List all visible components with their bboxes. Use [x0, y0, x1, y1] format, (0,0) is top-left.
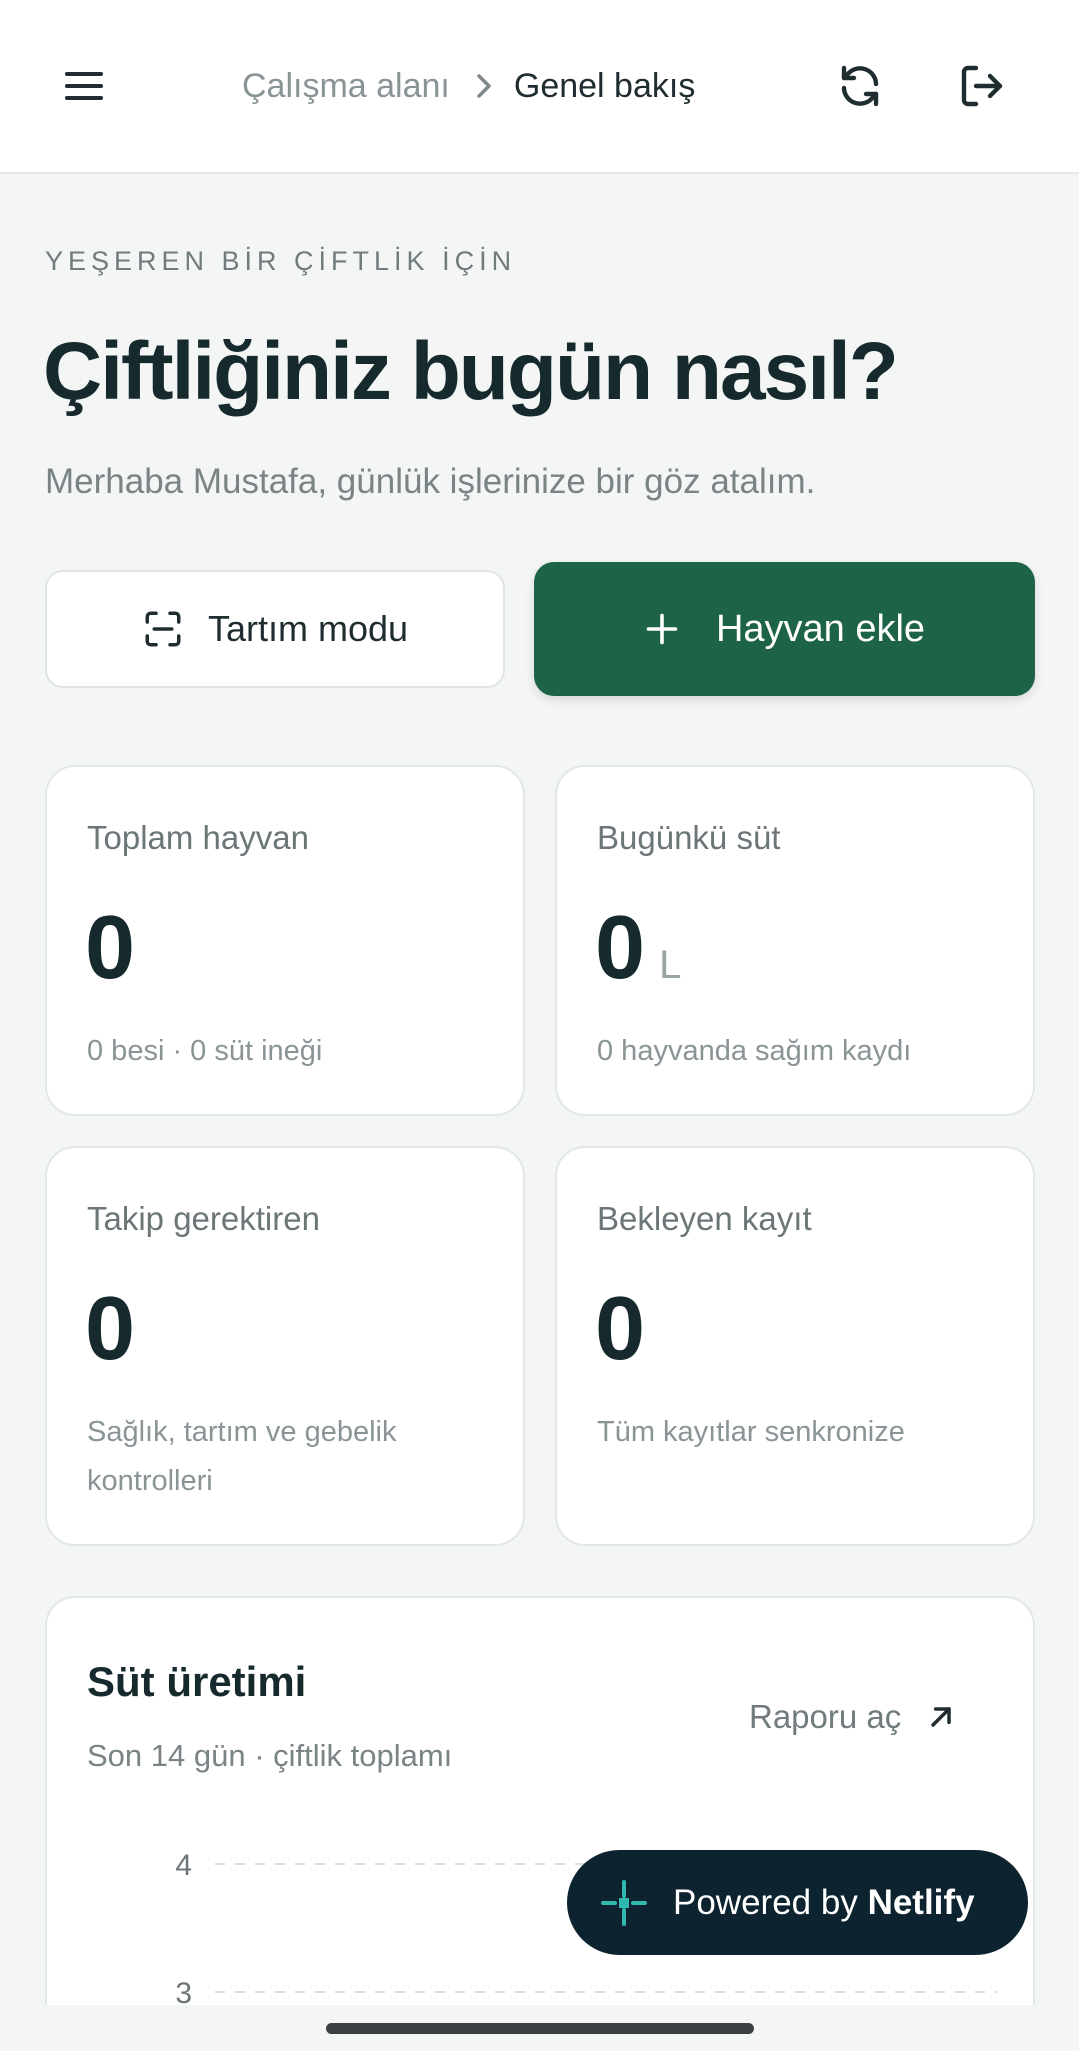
stat-card-todays-milk[interactable]: Bugünkü süt 0L 0 hayvanda sağım kaydı [555, 765, 1035, 1116]
stat-subtext: 0 hayvanda sağım kaydı [597, 1035, 912, 1067]
weigh-mode-button[interactable]: Tartım modu [45, 570, 505, 688]
hamburger-menu-icon [65, 72, 103, 100]
milk-chart-subtitle: Son 14 gün · çiftlik toplamı [87, 1738, 453, 1773]
stat-label: Toplam hayvan [87, 819, 309, 856]
add-animal-label: Hayvan ekle [715, 607, 926, 650]
scan-icon [145, 611, 181, 647]
stat-value: 0 [85, 1279, 136, 1379]
stat-subtext: Tüm kayıtlar senkronize [597, 1416, 905, 1448]
breadcrumb-workspace[interactable]: Çalışma alanı [242, 67, 450, 106]
breadcrumb: Çalışma alanı Genel bakış [242, 58, 695, 114]
plus-icon [646, 613, 678, 645]
menu-button[interactable] [48, 50, 120, 122]
weigh-mode-label: Tartım modu [207, 608, 409, 649]
netlify-badge[interactable]: Powered by Netlify [567, 1850, 1028, 1955]
open-report-link[interactable]: Raporu aç [749, 1698, 957, 1736]
y-tick-label: 4 [175, 1849, 192, 1882]
stat-value: 0 [595, 1279, 646, 1379]
chevron-right-icon [476, 72, 492, 100]
stat-value: 0 [85, 898, 136, 998]
arrow-up-right-icon [931, 1707, 951, 1727]
stat-label: Bekleyen kayıt [597, 1200, 812, 1237]
open-report-label: Raporu aç [749, 1698, 902, 1735]
stat-unit: L [659, 943, 682, 987]
sync-button[interactable] [824, 50, 896, 122]
refresh-icon [841, 65, 879, 107]
stat-label: Takip gerektiren [87, 1200, 320, 1237]
breadcrumb-overview: Genel bakış [513, 66, 696, 105]
home-indicator[interactable] [326, 2023, 754, 2034]
milk-chart-title: Süt üretimi [87, 1658, 307, 1705]
page-title: Çiftliğiniz bugün nasıl? [43, 326, 899, 417]
greeting-text: Merhaba Mustafa, günlük işlerinize bir g… [45, 462, 816, 501]
top-app-bar: Çalışma alanı Genel bakış [0, 0, 1079, 174]
milk-production-card: Süt üretimi Son 14 gün · çiftlik toplamı… [45, 1596, 1035, 2051]
stat-subtext: Sağlık, tartım ve gebelik kontrolleri [87, 1416, 397, 1497]
add-animal-button[interactable]: Hayvan ekle [534, 562, 1035, 696]
netlify-badge-text: Powered by Netlify [673, 1882, 975, 1922]
stat-card-pending-records[interactable]: Bekleyen kayıt 0 Tüm kayıtlar senkronize [555, 1146, 1035, 1546]
stat-subtext: 0 besi · 0 süt ineği [87, 1035, 323, 1067]
stat-label: Bugünkü süt [597, 819, 781, 856]
stat-card-total-animals[interactable]: Toplam hayvan 0 0 besi · 0 süt ineği [45, 765, 525, 1116]
eyebrow-text: YEŞEREN BİR ÇİFTLİK İÇİN [45, 246, 517, 276]
logout-button[interactable] [946, 50, 1018, 122]
stat-card-follow-up[interactable]: Takip gerektiren 0 Sağlık, tartım ve geb… [45, 1146, 525, 1546]
netlify-logo-icon [601, 1879, 647, 1926]
stat-value: 0L [595, 898, 682, 998]
logout-icon [961, 65, 1003, 107]
